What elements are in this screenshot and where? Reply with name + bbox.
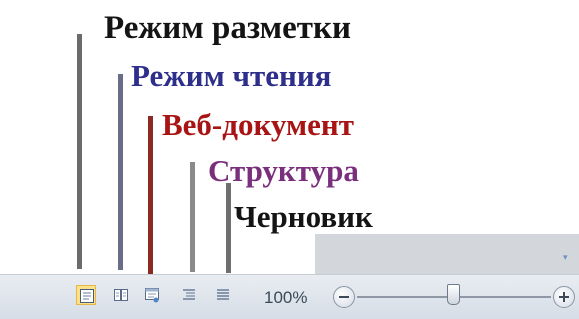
callout-label-web-document: Веб-документ [162, 107, 354, 142]
zoom-level[interactable]: 100% [264, 288, 307, 308]
callout-pointer-web-document [148, 116, 153, 274]
full-screen-reading-button[interactable] [111, 285, 131, 305]
draft-icon [217, 289, 229, 300]
zoom-out-icon[interactable] [333, 286, 355, 308]
print-layout-icon [80, 289, 94, 303]
outline-button[interactable] [179, 285, 199, 305]
callout-label-print-layout: Режим разметки [104, 10, 352, 46]
callout-label-draft: Черновик [234, 199, 373, 234]
zoom-slider-thumb[interactable] [447, 284, 460, 305]
callout-pointer-outline [190, 162, 195, 272]
print-layout-button[interactable] [76, 285, 96, 305]
callout-label-outline: Структура [208, 153, 359, 188]
callout-pointer-draft [226, 183, 231, 273]
callout-pointer-print-layout [77, 34, 82, 269]
web-layout-icon [145, 288, 159, 303]
outline-icon [183, 289, 195, 300]
callout-pointer-reading [118, 74, 123, 270]
window-background-panel [315, 234, 579, 274]
full-screen-reading-icon [114, 289, 128, 301]
callout-label-reading: Режим чтения [131, 58, 332, 93]
web-layout-button[interactable] [142, 285, 162, 305]
scroll-down-icon[interactable]: ▾ [563, 254, 571, 263]
zoom-in-icon[interactable] [553, 286, 575, 308]
draft-button[interactable] [213, 285, 233, 305]
